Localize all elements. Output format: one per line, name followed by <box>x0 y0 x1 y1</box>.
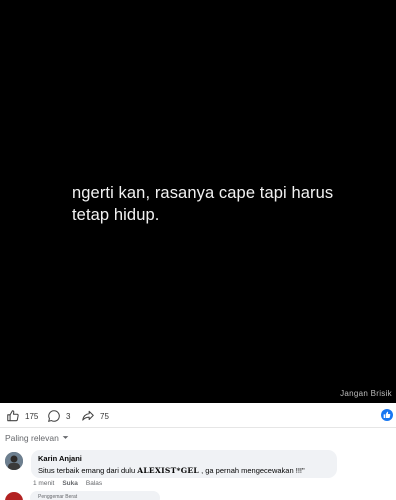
chevron-down-icon <box>62 433 69 443</box>
share-arrow-icon <box>81 409 95 423</box>
avatar[interactable] <box>5 452 23 470</box>
comment-time[interactable]: 1 menit <box>33 480 54 487</box>
sort-label: Paling relevan <box>5 433 59 443</box>
thumbs-up-icon <box>6 409 20 423</box>
like-reaction-badge-icon <box>381 409 393 421</box>
comment-bubble: Karin Anjani Situs terbaik emang dari du… <box>31 450 337 478</box>
top-fan-badge-label: Penggemar Berat <box>38 494 78 500</box>
post-media[interactable]: ngerti kan, rasanya cape tapi harus teta… <box>0 0 396 403</box>
comment-reply-button[interactable]: Balas <box>86 480 102 487</box>
comment-like-button[interactable]: Suka <box>62 480 78 487</box>
post-quote-line-1: ngerti kan, rasanya cape tapi harus <box>72 184 334 202</box>
post-quote-text: ngerti kan, rasanya cape tapi harus teta… <box>72 182 372 226</box>
comment-author[interactable]: Karin Anjani <box>38 454 330 463</box>
like-count: 175 <box>25 411 39 421</box>
share-button[interactable]: 75 <box>81 408 109 424</box>
watermark-text: Jangan Brisik <box>340 389 392 398</box>
like-button[interactable]: 175 <box>6 408 38 424</box>
comment-sort-dropdown[interactable]: Paling relevan <box>5 433 69 443</box>
comment-meta: 1 menit Suka Balas <box>33 480 102 487</box>
share-count: 75 <box>100 411 109 421</box>
comment-text: Situs terbaik emang dari dulu ALEXIST*GE… <box>38 465 330 476</box>
top-fan-badge: Penggemar Berat <box>30 491 160 500</box>
comment-text-before: Situs terbaik emang dari dulu <box>38 466 138 475</box>
comment-count: 3 <box>66 411 71 421</box>
post-quote-line-2: tetap hidup. <box>72 206 160 224</box>
avatar[interactable] <box>5 492 23 500</box>
comment-bubble-icon <box>47 409 61 423</box>
comment-text-after: , ga pernah mengecewakan !!!" <box>199 466 305 475</box>
comment-button[interactable]: 3 <box>47 408 70 424</box>
post-action-bar: 175 3 75 <box>0 404 396 428</box>
comment-brand-text: ALEXIST*GEL <box>137 466 199 475</box>
